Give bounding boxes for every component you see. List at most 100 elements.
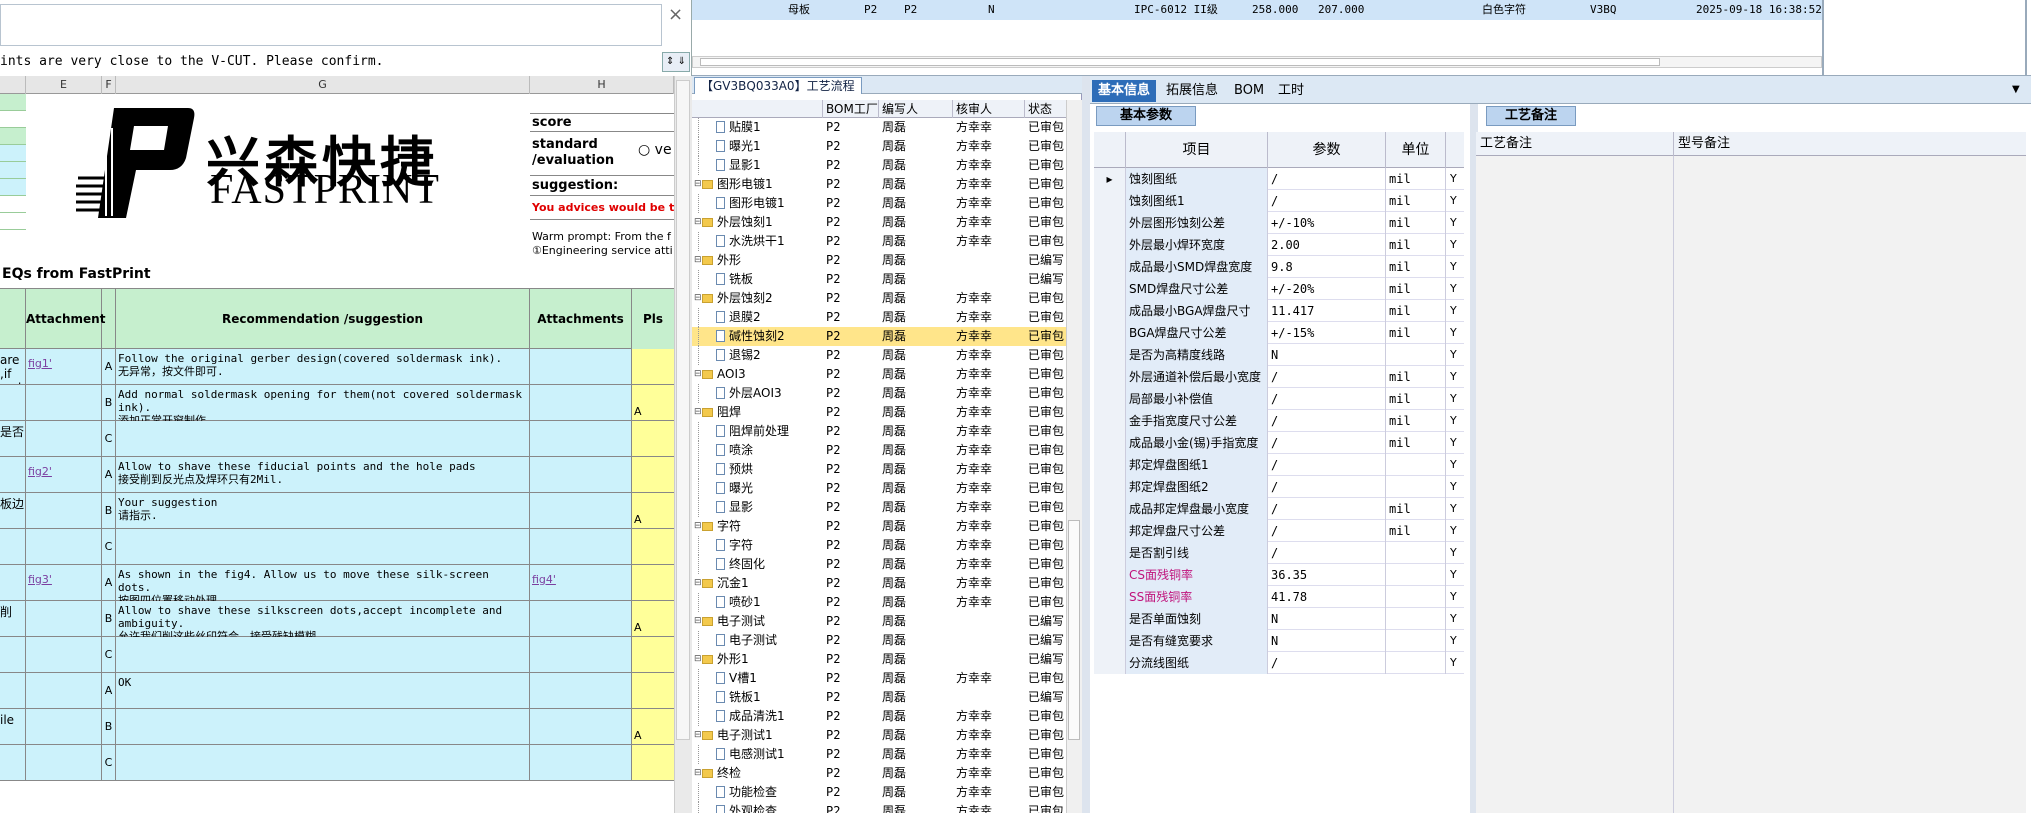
param-row[interactable]: 邦定焊盘尺寸公差 / mil Y: [1094, 520, 1464, 542]
cell-choice[interactable]: [632, 457, 674, 492]
tree-node[interactable]: V槽1 P2 周磊 方幸幸 已审包: [692, 669, 1066, 688]
param-row[interactable]: SS面残铜率 41.78 Y: [1094, 586, 1464, 608]
row-indicator[interactable]: [1094, 256, 1126, 278]
param-row[interactable]: 外层通道补偿后最小宽度 / mil Y: [1094, 366, 1464, 388]
row-indicator[interactable]: [1094, 476, 1126, 498]
cell[interactable]: [0, 179, 26, 196]
tree-node[interactable]: 退锡2 P2 周磊 方幸幸 已审包: [692, 346, 1066, 365]
tree-node[interactable]: 贴膜1 P2 周磊 方幸幸 已审包: [692, 118, 1066, 137]
param-value[interactable]: /: [1268, 454, 1386, 476]
header-unit[interactable]: 单位: [1386, 132, 1446, 168]
row-indicator[interactable]: [1094, 630, 1126, 652]
param-row[interactable]: 是否割引线 / Y: [1094, 542, 1464, 564]
expand-icon[interactable]: ⊟: [694, 764, 702, 783]
cell-recommendation[interactable]: [116, 421, 530, 456]
cell-attachments[interactable]: [530, 349, 632, 384]
param-row[interactable]: BGA焊盘尺寸公差 +/-15% mil Y: [1094, 322, 1464, 344]
param-row[interactable]: 蚀刻图纸1/mil Y: [1094, 190, 1464, 212]
cell-attachments[interactable]: [530, 745, 632, 780]
column-header-g[interactable]: G: [116, 76, 530, 94]
expand-icon[interactable]: ⊟: [694, 289, 702, 308]
cell-d[interactable]: [0, 637, 26, 672]
cell-choice[interactable]: [632, 745, 674, 780]
cell-choice[interactable]: A: [632, 385, 674, 420]
column-header-d[interactable]: [0, 76, 26, 94]
row-indicator[interactable]: [1094, 388, 1126, 410]
expand-icon[interactable]: ⊟: [694, 574, 702, 593]
tree-node[interactable]: 铣板 P2 周磊 已编写: [692, 270, 1066, 289]
tab-basic-info[interactable]: 基本信息: [1092, 80, 1157, 102]
cell-recommendation[interactable]: Your suggestion 请指示.: [116, 493, 530, 528]
tree-node[interactable]: 字符 P2 周磊 方幸幸 已审包: [692, 536, 1066, 555]
row-indicator[interactable]: [1094, 586, 1126, 608]
cell-recommendation[interactable]: [116, 529, 530, 564]
tree-node[interactable]: 曝光 P2 周磊 方幸幸 已审包: [692, 479, 1066, 498]
cell-option[interactable]: C: [102, 745, 116, 780]
param-value[interactable]: +/-10%: [1268, 212, 1386, 234]
attachment-link[interactable]: fig2': [26, 457, 101, 486]
excel-scroll-thumb[interactable]: [676, 80, 690, 740]
cell-attachment[interactable]: [26, 709, 102, 744]
cell[interactable]: [0, 128, 26, 145]
expand-icon[interactable]: ⊟: [694, 213, 702, 232]
param-row[interactable]: CS面残铜率 36.35 Y: [1094, 564, 1464, 586]
attachment-link[interactable]: fig1': [26, 349, 101, 378]
cell-recommendation[interactable]: OK: [116, 673, 530, 708]
attachment-link[interactable]: [26, 529, 101, 545]
param-value[interactable]: N: [1268, 630, 1386, 652]
param-value[interactable]: /: [1268, 542, 1386, 564]
column-header-h[interactable]: H: [530, 76, 674, 94]
cell-option[interactable]: C: [102, 421, 116, 456]
attachment-link[interactable]: [26, 709, 101, 725]
tree-node[interactable]: ⊟ 外形1 P2 周磊 已编写: [692, 650, 1066, 669]
tab-process-remarks[interactable]: 工艺备注: [1486, 106, 1576, 126]
cell-option[interactable]: C: [102, 637, 116, 672]
attachments-link[interactable]: [530, 421, 631, 437]
row-indicator[interactable]: [1094, 564, 1126, 586]
param-row[interactable]: 局部最小补偿值 / mil Y: [1094, 388, 1464, 410]
header-bom-factory[interactable]: BOM工厂: [822, 100, 878, 118]
tree-node[interactable]: 预烘 P2 周磊 方幸幸 已审包: [692, 460, 1066, 479]
cell-attachments[interactable]: [530, 709, 632, 744]
attachments-link[interactable]: [530, 385, 631, 401]
tree-node[interactable]: ⊟ 电子测试1 P2 周磊 方幸幸 已审包: [692, 726, 1066, 745]
cell-option[interactable]: A: [102, 565, 116, 600]
row-indicator[interactable]: [1094, 278, 1126, 300]
tree-node[interactable]: 铣板1 P2 周磊 已编写: [692, 688, 1066, 707]
tab-basic-params[interactable]: 基本参数: [1096, 106, 1196, 126]
row-indicator[interactable]: [1094, 608, 1126, 630]
cell-attachment[interactable]: fig1': [26, 349, 102, 384]
cell-recommendation[interactable]: Follow the original gerber design(covere…: [116, 349, 530, 384]
cell-attachments[interactable]: fig4': [530, 565, 632, 600]
row-indicator[interactable]: [1094, 234, 1126, 256]
tree-node[interactable]: ⊟ 字符 P2 周磊 方幸幸 已审包: [692, 517, 1066, 536]
param-row[interactable]: 成品最小SMD焊盘宽度 9.8 mil Y: [1094, 256, 1464, 278]
tree-node[interactable]: ⊟ 外形 P2 周磊 已编写: [692, 251, 1066, 270]
tree-node[interactable]: 喷涂 P2 周磊 方幸幸 已审包: [692, 441, 1066, 460]
cell-attachment[interactable]: [26, 673, 102, 708]
tree-scroll-thumb[interactable]: [1068, 520, 1080, 740]
attachments-link[interactable]: [530, 709, 631, 725]
param-row[interactable]: 邦定焊盘图纸1/ Y: [1094, 454, 1464, 476]
cell-attachment[interactable]: [26, 637, 102, 672]
tree-node[interactable]: 图形电镀1 P2 周磊 方幸幸 已审包: [692, 194, 1066, 213]
cell-attachment[interactable]: fig2': [26, 457, 102, 492]
row-indicator[interactable]: [1094, 432, 1126, 454]
cell-option[interactable]: B: [102, 493, 116, 528]
expand-icon[interactable]: ⊟: [694, 251, 702, 270]
tree-node[interactable]: 阻焊前处理 P2 周磊 方幸幸 已审包: [692, 422, 1066, 441]
header-status[interactable]: 状态: [1024, 100, 1066, 118]
order-list-row-selected[interactable]: 母板 P2 P2 N IPC-6012 II级 258.000 207.000 …: [692, 0, 1822, 20]
cell-recommendation[interactable]: [116, 709, 530, 744]
row-indicator[interactable]: [1094, 520, 1126, 542]
row-indicator[interactable]: [1094, 212, 1126, 234]
cell-attachments[interactable]: [530, 637, 632, 672]
cell-choice[interactable]: [632, 529, 674, 564]
param-value[interactable]: N: [1268, 608, 1386, 630]
expand-icon[interactable]: ⊟: [694, 517, 702, 536]
cell-attachments[interactable]: [530, 421, 632, 456]
cell[interactable]: [0, 145, 26, 162]
cell-choice[interactable]: [632, 565, 674, 600]
pane-splitter[interactable]: [1082, 76, 1090, 813]
process-remark-field[interactable]: [1476, 156, 1674, 813]
